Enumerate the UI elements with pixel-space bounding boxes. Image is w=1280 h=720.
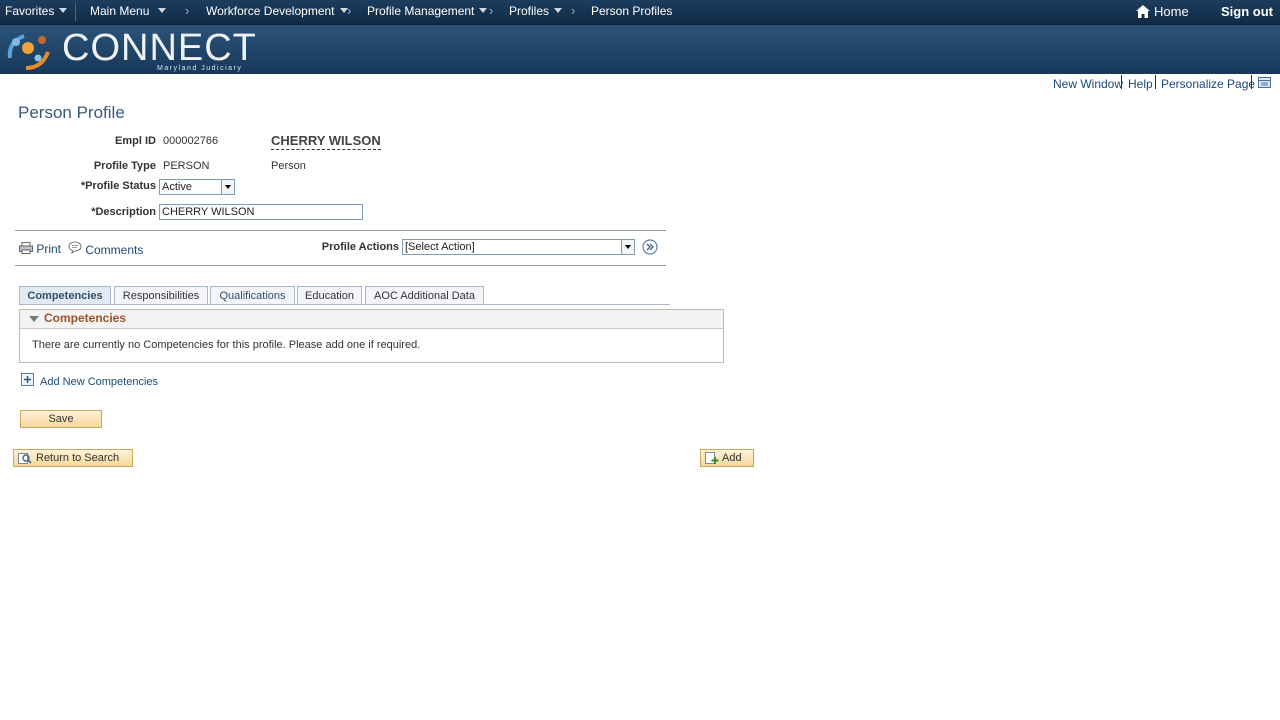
description-input[interactable]: CHERRY WILSON [159, 204, 363, 220]
home-label: Home [1154, 4, 1189, 19]
brand-banner: CONNECT Maryland Judiciary [0, 25, 1280, 74]
breadcrumb-separator-icon: › [571, 3, 576, 18]
profile-actions-value: [Select Action] [405, 241, 475, 253]
main-menu-label: Main Menu [90, 4, 150, 18]
profile-type-label: Profile Type [93, 160, 156, 172]
empty-message: There are currently no Competencies for … [32, 339, 421, 351]
profile-actions-select[interactable]: [Select Action] [402, 239, 635, 255]
go-arrow-icon[interactable] [642, 239, 658, 255]
top-nav-bar: Favorites Main Menu › Workforce Developm… [0, 0, 1280, 25]
add-label: Add [722, 452, 742, 464]
profile-status-select[interactable]: Active [159, 179, 235, 195]
profile-actions-label: Profile Actions [321, 241, 399, 253]
divider-line [15, 230, 666, 231]
chevron-down-icon [479, 8, 488, 13]
breadcrumb-person-profiles[interactable]: Person Profiles [591, 4, 672, 18]
profile-type-description: Person [271, 160, 306, 172]
profile-status-label: *Profile Status [80, 180, 156, 192]
breadcrumb-label: Profiles [509, 4, 550, 18]
brand-name: CONNECT [62, 27, 257, 69]
comments-label: Comments [85, 243, 144, 257]
breadcrumb-label: Workforce Development [206, 4, 335, 18]
breadcrumb-separator-icon: › [347, 3, 352, 18]
chevron-down-icon [59, 8, 68, 13]
search-return-icon [18, 453, 32, 464]
return-to-search-button[interactable]: Return to Search [13, 449, 133, 467]
dropdown-arrow-icon [221, 180, 234, 194]
comment-icon [68, 241, 82, 255]
profile-type-value: PERSON [163, 160, 210, 172]
breadcrumb-label: Profile Management [367, 4, 475, 18]
collapse-triangle-icon[interactable] [29, 316, 39, 322]
home-icon [1136, 5, 1150, 18]
divider-line [15, 265, 666, 266]
print-label: Print [36, 242, 62, 256]
link-divider [1155, 75, 1156, 89]
favorites-menu[interactable]: Favorites [5, 4, 68, 18]
profile-status-value: Active [162, 181, 192, 193]
breadcrumb-separator-icon: › [489, 3, 494, 18]
home-link[interactable]: Home [1136, 4, 1189, 19]
save-button[interactable]: Save [20, 410, 102, 428]
person-name[interactable]: CHERRY WILSON [271, 133, 381, 150]
description-label: *Description [91, 206, 156, 218]
add-page-icon [705, 452, 719, 464]
breadcrumb-profile-management[interactable]: Profile Management [367, 4, 488, 18]
add-plus-icon[interactable] [21, 373, 34, 386]
tab-baseline [19, 304, 670, 305]
competencies-header[interactable]: Competencies [20, 310, 723, 329]
personalize-page-link[interactable]: Personalize Page [1161, 77, 1255, 91]
new-window-link[interactable]: New Window [1053, 77, 1123, 91]
link-divider [1121, 75, 1122, 89]
tab-education[interactable]: Education [297, 286, 362, 304]
competencies-title: Competencies [44, 311, 127, 325]
main-menu[interactable]: Main Menu [90, 4, 167, 18]
nav-divider [75, 3, 76, 21]
empl-id-label: Empl ID [115, 135, 156, 147]
page-title: Person Profile [18, 103, 125, 122]
sign-out-link[interactable]: Sign out [1221, 4, 1273, 19]
dropdown-arrow-icon [621, 240, 634, 254]
breadcrumb-profiles[interactable]: Profiles [509, 4, 563, 18]
print-link[interactable]: Print [19, 242, 61, 256]
page-layout-icon[interactable] [1258, 77, 1271, 88]
return-to-search-label: Return to Search [36, 452, 120, 464]
tab-aoc-additional-data[interactable]: AOC Additional Data [365, 286, 484, 304]
link-divider [1251, 75, 1252, 89]
add-button[interactable]: Add [700, 449, 754, 467]
competencies-section: Competencies There are currently no Comp… [19, 309, 724, 363]
printer-icon [19, 242, 33, 254]
connect-logo-icon [7, 34, 50, 70]
tab-responsibilities[interactable]: Responsibilities [114, 286, 208, 304]
brand-subtitle: Maryland Judiciary [157, 65, 243, 72]
comments-link[interactable]: Comments [68, 241, 143, 257]
empl-id-value: 000002766 [163, 135, 219, 147]
breadcrumb-workforce-development[interactable]: Workforce Development [206, 4, 348, 18]
breadcrumb-separator-icon: › [185, 3, 190, 18]
favorites-label: Favorites [5, 4, 55, 18]
tab-competencies[interactable]: Competencies [19, 286, 111, 304]
chevron-down-icon [554, 8, 563, 13]
tab-qualifications[interactable]: Qualifications [210, 286, 295, 304]
add-new-competencies-link[interactable]: Add New Competencies [40, 376, 158, 388]
help-link[interactable]: Help [1128, 77, 1153, 91]
chevron-down-icon [158, 8, 167, 13]
